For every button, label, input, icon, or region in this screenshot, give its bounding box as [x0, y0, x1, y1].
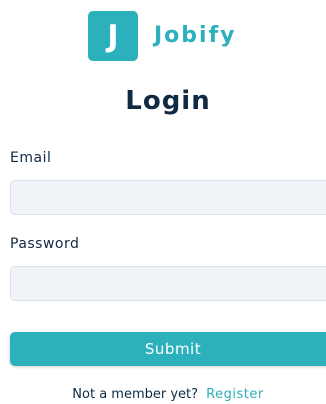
email-label: Email	[10, 150, 52, 166]
logo-mark-icon: J	[88, 11, 138, 61]
password-label: Password	[10, 236, 80, 252]
login-page: J Jobify Login Email Password Submit Not…	[0, 0, 326, 404]
page-title: Login	[125, 86, 211, 116]
logo-name: Jobify	[154, 23, 237, 48]
email-field[interactable]	[10, 180, 326, 215]
logo-mark-letter: J	[107, 18, 119, 54]
register-link[interactable]: Register	[206, 387, 264, 402]
register-prompt-text: Not a member yet?	[72, 387, 199, 402]
password-field[interactable]	[10, 266, 326, 301]
register-prompt: Not a member yet? Register	[0, 387, 326, 402]
logo: J Jobify	[88, 11, 237, 61]
submit-button[interactable]: Submit	[10, 332, 326, 366]
